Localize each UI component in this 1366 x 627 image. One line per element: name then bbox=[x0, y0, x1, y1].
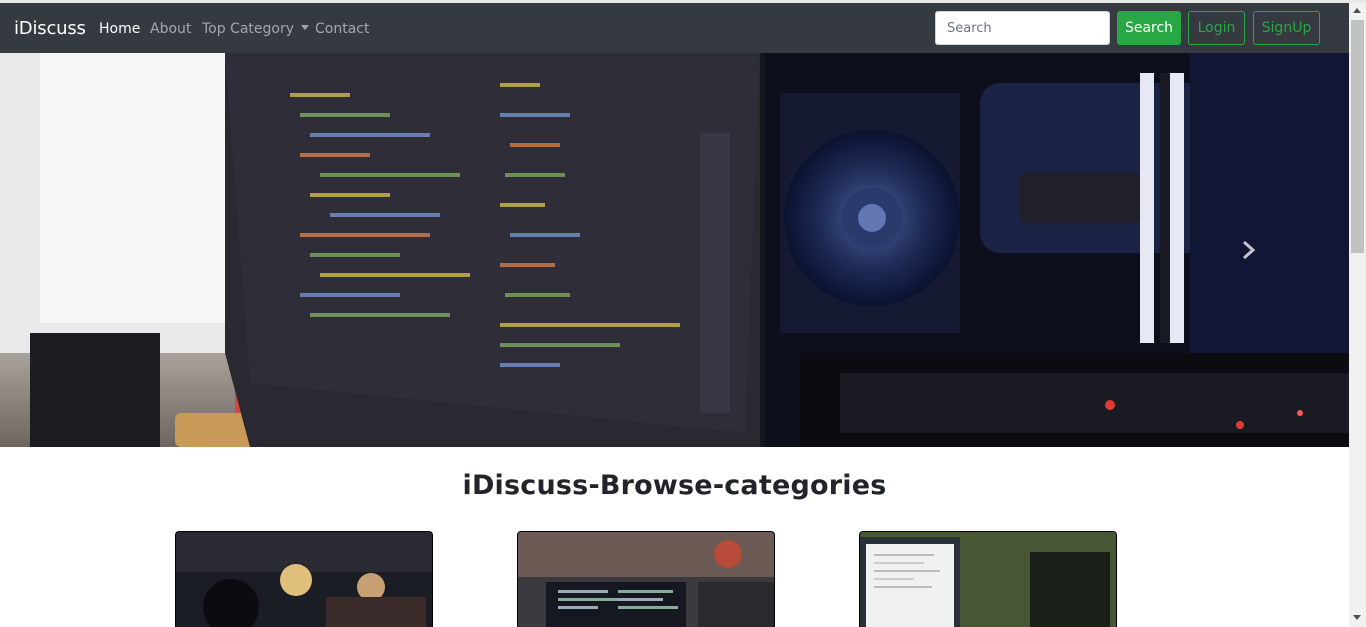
scrollbar-thumb[interactable] bbox=[1351, 20, 1364, 253]
scroll-down-arrow-icon[interactable] bbox=[1353, 615, 1361, 620]
category-card-image bbox=[518, 532, 774, 627]
category-card-image[interactable] bbox=[175, 531, 433, 627]
category-card-image bbox=[176, 532, 432, 627]
category-card-image bbox=[860, 532, 1116, 627]
page: iDiscuss Home About Top Category Contact… bbox=[0, 3, 1349, 627]
nav-about[interactable]: About bbox=[150, 20, 191, 38]
nav-top-category-label: Top Category bbox=[202, 21, 295, 37]
signup-button[interactable]: SignUp bbox=[1253, 11, 1320, 45]
navbar: iDiscuss Home About Top Category Contact… bbox=[0, 3, 1349, 53]
nav-home[interactable]: Home bbox=[99, 20, 140, 38]
carousel-slide-image bbox=[0, 53, 1349, 447]
page-scrollbar[interactable] bbox=[1349, 3, 1366, 627]
nav-top-category[interactable]: Top Category bbox=[202, 20, 310, 38]
category-card-image[interactable] bbox=[517, 531, 775, 627]
caret-down-icon bbox=[301, 25, 310, 30]
chevron-right-icon[interactable] bbox=[1238, 240, 1258, 260]
search-button[interactable]: Search bbox=[1117, 11, 1181, 45]
search-input[interactable] bbox=[935, 11, 1110, 45]
brand-logo[interactable]: iDiscuss bbox=[14, 18, 86, 40]
login-button[interactable]: Login bbox=[1188, 11, 1245, 45]
hero-carousel bbox=[0, 53, 1349, 447]
scroll-up-arrow-icon[interactable] bbox=[1353, 8, 1361, 13]
category-card-image[interactable] bbox=[859, 531, 1117, 627]
nav-contact[interactable]: Contact bbox=[315, 20, 369, 38]
page-title: iDiscuss-Browse-categories bbox=[462, 470, 887, 501]
